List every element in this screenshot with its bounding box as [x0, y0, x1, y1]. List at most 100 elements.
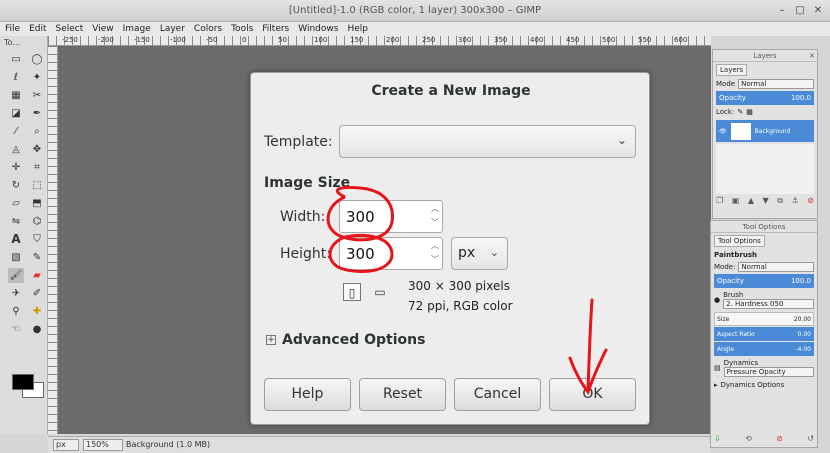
close-icon[interactable]: ✕ — [810, 3, 826, 18]
airbrush-tool-icon[interactable]: ✈ — [8, 286, 24, 301]
fuzzy-select-tool-icon[interactable]: ✦ — [29, 70, 45, 85]
dynamics-row: ▤ Dynamics Pressure Opacity — [711, 357, 817, 379]
anchor-layer-icon[interactable]: ⚓ — [792, 196, 799, 206]
dynamics-select[interactable]: Pressure Opacity — [723, 367, 814, 377]
portrait-icon[interactable]: ▯ — [343, 283, 361, 301]
expander-plus-icon[interactable]: + — [266, 335, 276, 345]
bucket-fill-tool-icon[interactable]: ⛉ — [29, 232, 45, 247]
rotate-tool-icon[interactable]: ↻ — [8, 178, 24, 193]
ruler-label: -250 — [62, 36, 78, 44]
move-tool-icon[interactable]: ✥ — [29, 142, 45, 157]
brush-select[interactable]: 2. Hardness 050 — [723, 299, 814, 309]
delete-options-icon[interactable]: ⊘ — [776, 434, 783, 443]
width-spinbox[interactable]: 300 ︿ ﹀ — [339, 200, 443, 233]
pencil-tool-icon[interactable]: ✎ — [29, 250, 45, 265]
tool-opacity-slider[interactable]: Opacity 100.0 — [714, 274, 814, 288]
menu-colors[interactable]: Colors — [189, 22, 226, 36]
chevron-down-icon[interactable]: ﹀ — [431, 253, 439, 267]
tool-mode-select[interactable]: Normal — [738, 262, 814, 272]
menu-image[interactable]: Image — [118, 22, 155, 36]
color-select-tool-icon[interactable]: ▦ — [8, 88, 24, 103]
chevron-up-icon[interactable]: ︿ — [431, 202, 439, 216]
maximize-icon[interactable]: □ — [792, 3, 808, 18]
cage-tool-icon[interactable]: ⌬ — [29, 214, 45, 229]
menu-view[interactable]: View — [87, 22, 117, 36]
shear-tool-icon[interactable]: ▱ — [8, 196, 24, 211]
menu-windows[interactable]: Windows — [293, 22, 342, 36]
eye-icon[interactable]: 👁 — [719, 128, 727, 135]
unit-select[interactable]: px ⌄ — [451, 237, 508, 270]
text-tool-icon[interactable]: A — [8, 232, 24, 247]
foreground-select-tool-icon[interactable]: ◪ — [8, 106, 24, 121]
raise-layer-icon[interactable]: ▲ — [748, 196, 754, 206]
height-stepper[interactable]: ︿ ﹀ — [431, 239, 439, 267]
save-options-icon[interactable]: ⇩ — [714, 434, 721, 443]
heal-tool-icon[interactable]: ✚ — [29, 304, 45, 319]
minimize-icon[interactable]: – — [774, 3, 790, 18]
menu-edit[interactable]: Edit — [24, 22, 50, 36]
chevron-up-icon[interactable]: ︿ — [431, 239, 439, 253]
cancel-button[interactable]: Cancel — [454, 378, 541, 411]
template-select[interactable]: ⌄ — [339, 125, 636, 158]
dodge-burn-tool-icon[interactable]: ● — [29, 322, 45, 337]
status-zoom-select[interactable]: 150% — [83, 439, 123, 451]
close-icon[interactable]: ✕ — [809, 50, 815, 62]
menu-file[interactable]: File — [0, 22, 24, 36]
aspect-ratio-slider[interactable]: Aspect Ratio 0.00 — [714, 327, 814, 341]
ink-tool-icon[interactable]: ✐ — [29, 286, 45, 301]
foreground-color-swatch[interactable] — [12, 374, 34, 390]
delete-layer-icon[interactable]: ⊘ — [807, 196, 814, 206]
scissors-tool-icon[interactable]: ✂ — [29, 88, 45, 103]
crop-tool-icon[interactable]: ⌗ — [29, 160, 45, 175]
new-layer-icon[interactable]: ❐ — [716, 196, 723, 206]
restore-options-icon[interactable]: ⟲ — [745, 434, 752, 443]
measure-tool-icon[interactable]: ◬ — [8, 142, 24, 157]
zoom-tool-icon[interactable]: ⌕ — [29, 124, 45, 139]
help-button[interactable]: Help — [264, 378, 351, 411]
paintbrush-tool-icon[interactable]: 🖌 — [8, 268, 24, 283]
layers-mode-select[interactable]: Normal — [738, 79, 814, 89]
size-slider[interactable]: Size 20.00 — [714, 312, 814, 326]
menu-layer[interactable]: Layer — [155, 22, 189, 36]
smudge-tool-icon[interactable]: ☜ — [8, 322, 24, 337]
chevron-down-icon[interactable]: ﹀ — [431, 216, 439, 230]
landscape-icon[interactable]: ▭ — [371, 283, 389, 301]
blend-tool-icon[interactable]: ▧ — [8, 250, 24, 265]
color-picker-tool-icon[interactable]: ⁄ — [8, 124, 24, 139]
menu-select[interactable]: Select — [51, 22, 88, 36]
height-spinbox[interactable]: 300 ︿ ﹀ — [339, 237, 443, 270]
align-tool-icon[interactable]: ✛ — [8, 160, 24, 175]
clone-tool-icon[interactable]: ⚲ — [8, 304, 24, 319]
eraser-tool-icon[interactable]: ▰ — [29, 268, 45, 283]
layers-opacity-slider[interactable]: Opacity 100.0 — [716, 91, 814, 105]
rect-select-tool-icon[interactable]: ▭ — [8, 52, 24, 67]
layer-group-icon[interactable]: ▣ — [732, 196, 740, 206]
duplicate-layer-icon[interactable]: ⧉ — [777, 196, 783, 206]
menu-tools[interactable]: Tools — [226, 22, 257, 36]
ruler-label: 550 — [638, 36, 652, 44]
lower-layer-icon[interactable]: ▼ — [763, 196, 769, 206]
lock-alpha-icon[interactable]: ▦ — [746, 108, 753, 116]
scale-tool-icon[interactable]: ⬚ — [29, 178, 45, 193]
tab-layers[interactable]: Layers — [716, 64, 748, 76]
free-select-tool-icon[interactable]: ℓ — [8, 70, 24, 85]
tab-tool-options[interactable]: Tool Options — [714, 235, 765, 247]
reset-button[interactable]: Reset — [359, 378, 446, 411]
ok-button[interactable]: OK — [549, 378, 636, 411]
dynamics-options-row[interactable]: ▸ Dynamics Options — [711, 379, 817, 391]
reset-options-icon[interactable]: ↺ — [807, 434, 814, 443]
dynamics-icon[interactable]: ▤ — [714, 364, 721, 372]
width-stepper[interactable]: ︿ ﹀ — [431, 202, 439, 230]
perspective-tool-icon[interactable]: ⬒ — [29, 196, 45, 211]
paths-tool-icon[interactable]: ✒ — [29, 106, 45, 121]
advanced-options-label[interactable]: Advanced Options — [282, 332, 425, 348]
lock-pixels-icon[interactable]: ✎ — [737, 108, 743, 116]
layer-row-background[interactable]: 👁 Background — [716, 120, 814, 142]
brush-preview-icon[interactable]: ● — [714, 296, 720, 304]
angle-slider[interactable]: Angle -4.00 — [714, 342, 814, 356]
ellipse-select-tool-icon[interactable]: ◯ — [29, 52, 45, 67]
status-unit-select[interactable]: px — [53, 439, 79, 451]
menu-filters[interactable]: Filters — [257, 22, 293, 36]
flip-tool-icon[interactable]: ⇋ — [8, 214, 24, 229]
menu-help[interactable]: Help — [342, 22, 372, 36]
